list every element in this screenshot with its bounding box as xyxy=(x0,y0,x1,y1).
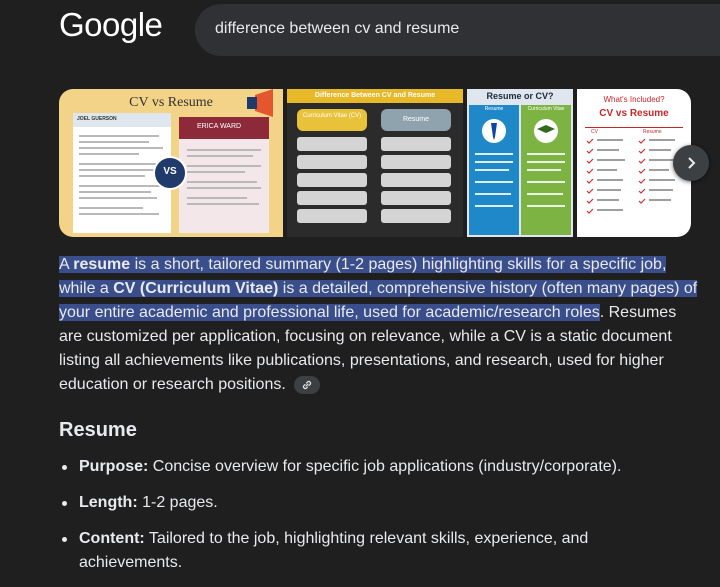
column-header-cv: CV xyxy=(591,129,598,135)
list-item-text: Concise overview for specific job applic… xyxy=(148,458,622,475)
list-item: Content: Tailored to the job, highlighti… xyxy=(59,527,659,575)
resume-points-list: Purpose: Concise overview for specific j… xyxy=(59,455,659,587)
image-thumbnail-resume-or-cv[interactable]: Resume or CV? Resume Curriculum Vitae xyxy=(467,89,573,237)
column-header-resume: Resume xyxy=(484,106,504,112)
thumbnail-kicker: What's Included? xyxy=(603,95,665,104)
image-thumbnail-cv-vs-resume[interactable]: CV vs Resume VS JOEL GUERSON ERICA WARD xyxy=(59,89,283,237)
vs-badge: VS xyxy=(163,166,177,177)
answer-term-cv: CV (Curriculum Vitae) xyxy=(113,280,279,297)
column-header-resume: Resume xyxy=(402,116,430,123)
list-item-label: Content: xyxy=(79,530,145,547)
list-item: Length: 1-2 pages. xyxy=(59,491,659,515)
google-logo[interactable]: Google xyxy=(59,6,163,44)
thumbnail-title: CV vs Resume xyxy=(129,95,213,110)
search-query[interactable]: difference between cv and resume xyxy=(215,20,459,38)
thumbnail-title: CV vs Resume xyxy=(599,108,669,119)
doc-name-left: JOEL GUERSON xyxy=(77,116,117,122)
carousel-next-button[interactable] xyxy=(673,145,709,181)
thumbnail-banner: Difference Between CV and Resume xyxy=(314,92,436,99)
answer-term-resume: resume xyxy=(73,256,131,273)
column-header-cv: Curriculum Vitae (CV) xyxy=(302,113,362,119)
section-heading: Resume xyxy=(59,419,137,441)
source-link-chip[interactable] xyxy=(294,375,321,394)
column-header-resume: Resume xyxy=(643,129,662,135)
column-header-cv: Curriculum Vitae xyxy=(527,106,565,112)
list-item-label: Length: xyxy=(79,494,138,511)
thumbnail-title: Resume or CV? xyxy=(486,91,554,101)
list-item-text: 1-2 pages. xyxy=(137,494,218,511)
ai-overview-answer: A resume is a short, tailored summary (1… xyxy=(59,253,699,397)
image-thumbnail-difference-table[interactable]: Difference Between CV and Resume Curricu… xyxy=(287,89,463,237)
answer-text: A xyxy=(59,256,74,273)
doc-name-right: ERICA WARD xyxy=(197,123,242,130)
thumbnail-graphic xyxy=(73,89,273,233)
link-icon xyxy=(303,380,312,389)
list-item-label: Purpose: xyxy=(79,458,149,475)
list-item-text: Tailored to the job, highlighting releva… xyxy=(79,530,589,571)
chevron-right-icon xyxy=(688,157,696,169)
image-carousel: CV vs Resume VS JOEL GUERSON ERICA WARD … xyxy=(59,89,691,237)
list-item: Purpose: Concise overview for specific j… xyxy=(59,455,659,479)
search-box[interactable]: difference between cv and resume xyxy=(195,4,720,56)
